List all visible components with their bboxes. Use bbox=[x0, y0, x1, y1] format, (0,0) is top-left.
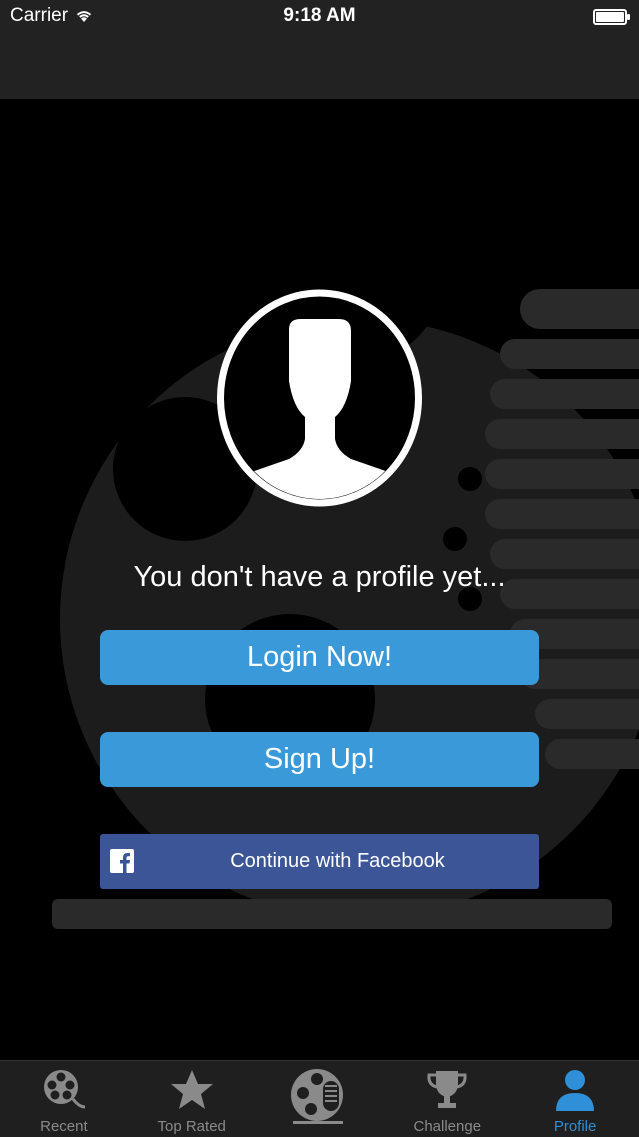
tab-profile-label: Profile bbox=[553, 1118, 597, 1135]
no-profile-message: You don't have a profile yet... bbox=[133, 561, 506, 593]
trophy-icon bbox=[427, 1071, 467, 1108]
tab-recent-label: Recent bbox=[40, 1118, 88, 1135]
status-bar: Carrier 9:18 AM bbox=[0, 0, 639, 32]
tab-top-rated-label: Top Rated bbox=[157, 1118, 226, 1135]
facebook-login-button[interactable]: Continue with Facebook bbox=[100, 834, 539, 889]
tab-home[interactable] bbox=[256, 1061, 384, 1137]
battery-icon bbox=[593, 9, 630, 25]
profile-screen: You don't have a profile yet... Login No… bbox=[0, 99, 639, 1060]
star-icon bbox=[170, 1070, 213, 1109]
signup-button[interactable]: Sign Up! bbox=[100, 732, 539, 787]
tab-challenge[interactable]: Challenge bbox=[383, 1061, 511, 1137]
tab-top-rated[interactable]: Top Rated bbox=[128, 1061, 256, 1137]
tab-bar: Recent Top Rated Challenge Profile bbox=[0, 1060, 639, 1137]
film-mic-logo-icon bbox=[291, 1069, 344, 1124]
facebook-button-label: Continue with Facebook bbox=[230, 850, 445, 872]
tab-challenge-label: Challenge bbox=[413, 1118, 482, 1135]
person-icon bbox=[556, 1070, 595, 1111]
facebook-icon bbox=[110, 849, 134, 873]
login-button[interactable]: Login Now! bbox=[100, 630, 539, 685]
navigation-bar bbox=[0, 32, 639, 99]
tab-recent[interactable]: Recent bbox=[0, 1061, 128, 1137]
film-reel-icon bbox=[43, 1070, 86, 1109]
status-time: 9:18 AM bbox=[283, 5, 356, 26]
tab-profile[interactable]: Profile bbox=[511, 1061, 639, 1137]
avatar-placeholder-icon bbox=[217, 289, 422, 507]
